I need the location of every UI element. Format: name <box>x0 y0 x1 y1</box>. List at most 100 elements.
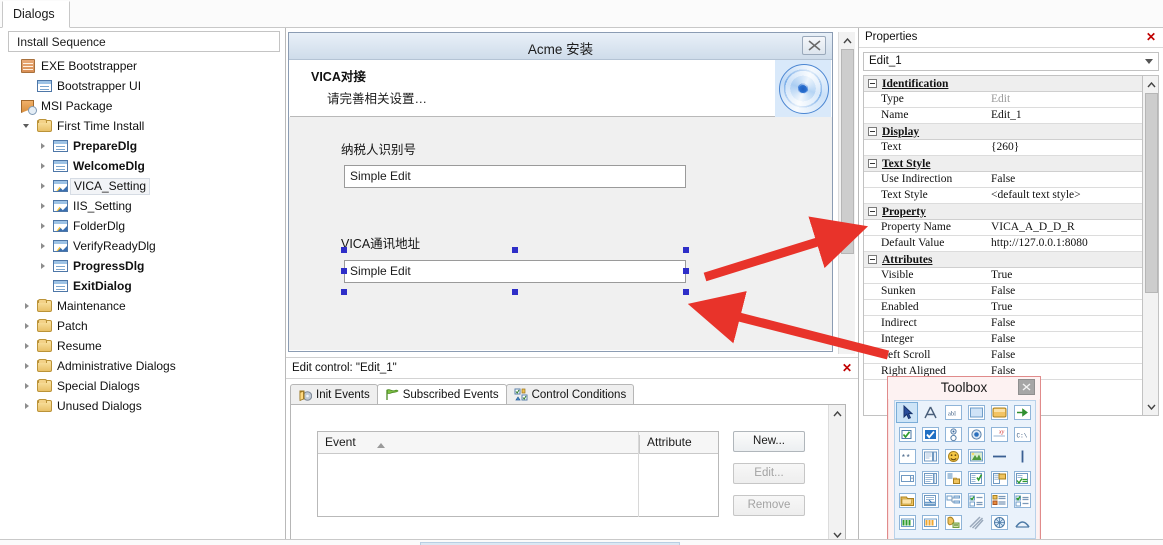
property-group-attributes[interactable]: Attributes <box>864 252 1158 268</box>
property-row[interactable]: Sunken False <box>864 284 1158 300</box>
tree-expander-icon[interactable] <box>38 256 51 276</box>
tree-item-exitdialog[interactable]: ExitDialog <box>0 276 286 296</box>
volume-cost-list-tool-icon[interactable] <box>919 490 941 511</box>
property-value[interactable]: False <box>991 173 1015 185</box>
new-button[interactable]: New... <box>733 431 805 452</box>
vertical-line-tool-icon[interactable] <box>1011 446 1033 467</box>
tree-item-unused-dialogs[interactable]: Unused Dialogs <box>0 396 286 416</box>
toolbox-close-button[interactable] <box>1018 379 1035 395</box>
property-row[interactable]: Property Name VICA_A_D_D_R <box>864 220 1158 236</box>
selection-handle-sw[interactable] <box>341 289 347 295</box>
tree-item-vica-setting[interactable]: VICA_Setting <box>0 176 286 196</box>
tree-expander-icon[interactable] <box>38 236 51 256</box>
masked-edit-tool-icon[interactable]: ** <box>896 446 918 467</box>
tree-expander-icon[interactable] <box>22 316 35 336</box>
billboard-tool-icon[interactable] <box>942 512 964 533</box>
tree-item-preparedlg[interactable]: PrepareDlg <box>0 136 286 156</box>
property-row[interactable]: Text Style <default text style> <box>864 188 1158 204</box>
property-row[interactable]: Default Value http://127.0.0.1:8080 <box>864 236 1158 252</box>
button-tool-icon[interactable] <box>988 402 1010 423</box>
properties-scroll-thumb[interactable] <box>1145 93 1158 293</box>
tab-control-conditions[interactable]: Control Conditions <box>505 384 635 405</box>
property-group-text-style[interactable]: Text Style <box>864 156 1158 172</box>
list-box-tool-icon[interactable] <box>919 468 941 489</box>
icon-tool-icon[interactable] <box>942 446 964 467</box>
tree-item-bootstrapper-ui[interactable]: Bootstrapper UI <box>0 76 286 96</box>
selection-handle-ne[interactable] <box>683 247 689 253</box>
tab-subscribed-events[interactable]: Subscribed Events <box>376 384 507 405</box>
properties-close-icon[interactable]: ✕ <box>1146 30 1156 44</box>
tree-item-folderdlg[interactable]: FolderDlg <box>0 216 286 236</box>
preview-scrollbar[interactable] <box>838 32 855 354</box>
property-value[interactable]: {260} <box>991 141 1019 153</box>
property-value[interactable]: <default text style> <box>991 189 1081 201</box>
properties-grid[interactable]: Identification Type Edit Name Edit_1 Display T… <box>863 75 1159 416</box>
property-value[interactable]: True <box>991 301 1012 313</box>
property-value[interactable]: False <box>991 317 1015 329</box>
property-value[interactable]: False <box>991 285 1015 297</box>
preview-scroll-down-icon[interactable] <box>839 337 856 354</box>
property-row[interactable]: Visible True <box>864 268 1158 284</box>
edit-control-vica-address[interactable]: Simple Edit <box>344 260 686 283</box>
checkbox-filled-tool-icon[interactable] <box>919 424 941 445</box>
tab-init-events[interactable]: Init Events <box>290 384 378 405</box>
selection-handle-se[interactable] <box>683 289 689 295</box>
selected-object-dropdown[interactable]: Edit_1 <box>863 52 1159 71</box>
events-scroll-up-icon[interactable] <box>829 405 846 422</box>
preview-scroll-thumb[interactable] <box>841 49 854 254</box>
column-header-event[interactable]: Event <box>325 435 638 456</box>
tree-item-maintenance[interactable]: Maintenance <box>0 296 286 316</box>
feature-tree-tool-icon[interactable] <box>942 490 964 511</box>
folder-browse-tool-icon[interactable] <box>896 490 918 511</box>
property-row[interactable]: Text {260} <box>864 140 1158 156</box>
dialog-tree[interactable]: EXE Bootstrapper Bootstrapper UI MSI Packa… <box>0 56 286 416</box>
property-xy-tool-icon[interactable]: xy <box>988 424 1010 445</box>
edit-control-close-icon[interactable]: ✕ <box>842 361 852 375</box>
directory-combo-tool-icon[interactable] <box>988 468 1010 489</box>
tree-expander-icon[interactable] <box>38 216 51 236</box>
tab-dialogs[interactable]: Dialogs <box>2 1 70 28</box>
bitmap-tool-icon[interactable] <box>965 446 987 467</box>
properties-scrollbar[interactable] <box>1142 75 1159 416</box>
directory-list-tool-icon[interactable] <box>942 468 964 489</box>
tree-expander-icon[interactable] <box>38 176 51 196</box>
collapse-minus-icon[interactable] <box>868 127 877 136</box>
tree-item-resume[interactable]: Resume <box>0 336 286 356</box>
selection-handle-w[interactable] <box>341 268 347 274</box>
tree-item-administrative-dialogs[interactable]: Administrative Dialogs <box>0 356 286 376</box>
collapse-minus-icon[interactable] <box>868 207 877 216</box>
properties-scroll-track[interactable] <box>1143 93 1158 398</box>
property-row[interactable]: Type Edit <box>864 92 1158 108</box>
property-value[interactable]: True <box>991 269 1012 281</box>
rectangle-tool-icon[interactable] <box>965 402 987 423</box>
tree-expander-icon[interactable] <box>38 136 51 156</box>
tree-expander-icon[interactable] <box>38 156 51 176</box>
group-list-tool-icon[interactable] <box>988 490 1010 511</box>
path-edit-tool-icon[interactable]: C:\ <box>1011 424 1033 445</box>
events-pane-scrollbar[interactable] <box>828 405 845 543</box>
tree-expander-icon[interactable] <box>22 336 35 356</box>
selection-handle-s[interactable] <box>512 289 518 295</box>
progress-bar-alt-tool-icon[interactable] <box>919 512 941 533</box>
property-row[interactable]: Name Edit_1 <box>864 108 1158 124</box>
property-row[interactable]: Use Indirection False <box>864 172 1158 188</box>
property-group-identification[interactable]: Identification <box>864 76 1158 92</box>
pointer-tool-icon[interactable] <box>896 402 918 423</box>
radio-button-tool-icon[interactable] <box>965 424 987 445</box>
property-group-property[interactable]: Property <box>864 204 1158 220</box>
checkbox-list-tool-icon[interactable] <box>965 490 987 511</box>
tree-expander-icon[interactable] <box>22 396 35 416</box>
tree-item-special-dialogs[interactable]: Special Dialogs <box>0 376 286 396</box>
globe-grid-tool-icon[interactable] <box>988 512 1010 533</box>
dialog-close-button[interactable] <box>802 36 826 55</box>
selection-handle-n[interactable] <box>512 247 518 253</box>
tree-item-iis-setting[interactable]: IIS_Setting <box>0 196 286 216</box>
checked-list-tool-icon[interactable] <box>1011 490 1033 511</box>
tree-expander-icon[interactable] <box>22 376 35 396</box>
arch-tool-icon[interactable] <box>1011 512 1033 533</box>
preview-scroll-track[interactable] <box>839 49 855 337</box>
scrollable-text-tool-icon[interactable] <box>919 446 941 467</box>
preview-scroll-up-icon[interactable] <box>839 32 856 49</box>
selection-handle-e[interactable] <box>683 268 689 274</box>
next-button-tool-icon[interactable] <box>1011 402 1033 423</box>
